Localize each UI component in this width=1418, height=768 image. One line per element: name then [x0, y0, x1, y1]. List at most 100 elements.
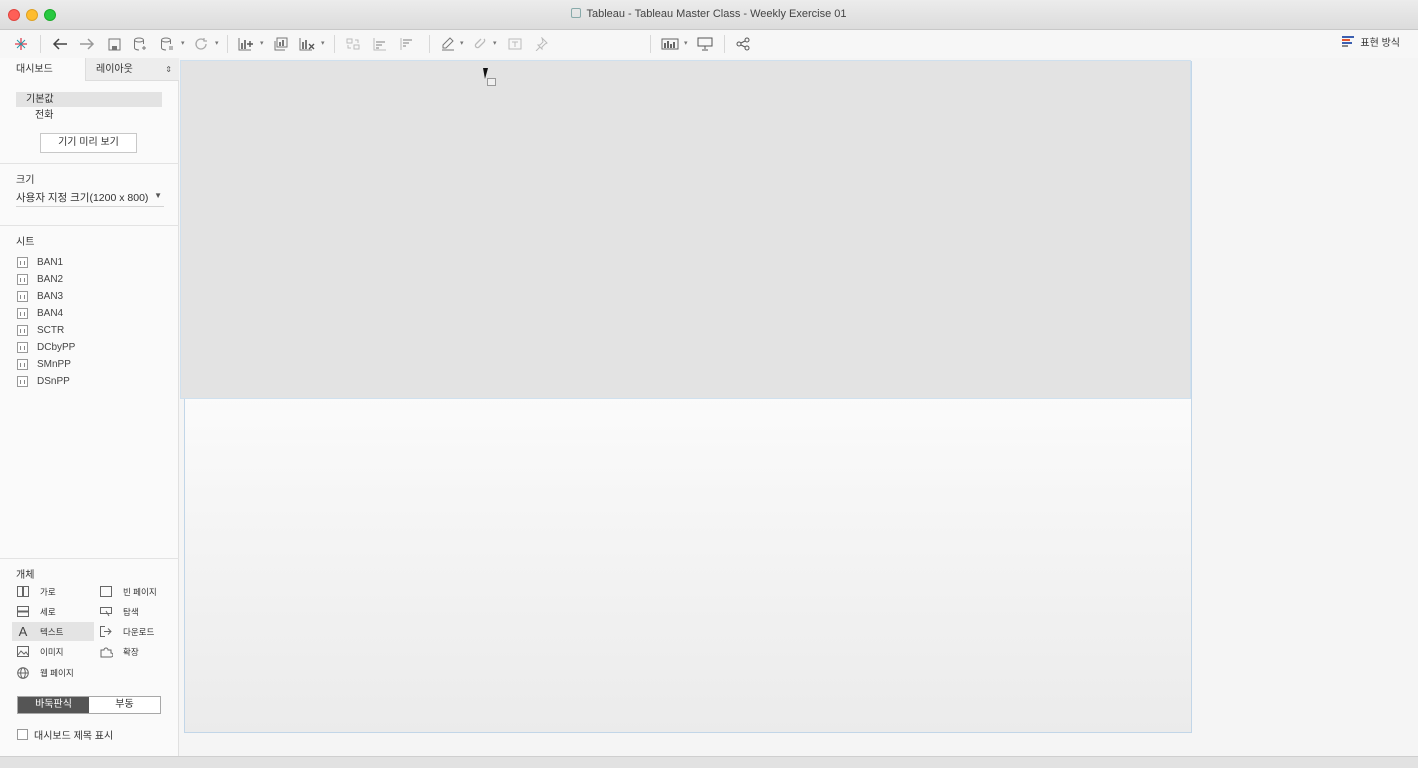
object-navigation[interactable]: 탐색	[99, 602, 139, 621]
toolbar-separator	[334, 35, 335, 53]
tiled-option[interactable]: 바둑판식	[18, 697, 89, 713]
sheet-item-label: SMnPP	[37, 359, 71, 370]
worksheet-icon	[17, 308, 28, 319]
sheet-item-label: BAN4	[37, 308, 64, 319]
toolbar-separator	[650, 35, 651, 53]
swap-icon[interactable]	[343, 34, 363, 54]
object-horizontal-label: 가로	[40, 586, 56, 597]
worksheet-icon	[17, 291, 28, 302]
new-sheet-icon[interactable]	[236, 34, 256, 54]
object-web-page[interactable]: 웹 페이지	[16, 663, 74, 682]
pause-updates-dropdown-icon[interactable]: ▾	[181, 39, 185, 47]
new-sheet-dropdown-icon[interactable]: ▾	[260, 39, 264, 47]
window-title-container: Tableau - Tableau Master Class - Weekly …	[0, 8, 1418, 20]
presentation-mode-button[interactable]: 표현 방식	[1342, 34, 1400, 49]
tableau-logo-icon[interactable]	[11, 34, 31, 54]
new-datasource-icon[interactable]	[130, 34, 150, 54]
toolbar-separator	[429, 35, 430, 53]
size-dropdown[interactable]: 사용자 지정 크기(1200 x 800) ▼	[16, 190, 164, 207]
tab-dashboard[interactable]: 대시보드	[0, 58, 85, 81]
object-text[interactable]: A 텍스트	[12, 622, 94, 641]
show-me-bars-icon	[1342, 36, 1355, 47]
worksheet-icon	[17, 376, 28, 387]
back-icon[interactable]	[50, 34, 70, 54]
tab-layout[interactable]: 레이아웃 ⇕	[85, 58, 179, 81]
chevron-down-icon: ▼	[154, 191, 162, 200]
worksheet-icon	[17, 359, 28, 370]
toolbar-separator	[724, 35, 725, 53]
clear-sheet-dropdown-icon[interactable]: ▾	[321, 39, 325, 47]
sheet-item[interactable]: BAN2	[17, 272, 63, 287]
share-icon[interactable]	[733, 34, 753, 54]
forward-icon[interactable]	[77, 34, 97, 54]
floating-option[interactable]: 부동	[89, 697, 160, 713]
sheet-item-label: BAN2	[37, 274, 64, 285]
sheet-item-label: BAN1	[37, 257, 64, 268]
image-icon	[16, 646, 30, 658]
worksheet-icon	[17, 325, 28, 336]
divider	[0, 163, 179, 164]
sheet-item[interactable]: BAN4	[17, 306, 63, 321]
sort-desc-icon[interactable]	[397, 34, 417, 54]
object-vertical[interactable]: 세로	[16, 602, 56, 621]
group-dropdown-icon[interactable]: ▾	[493, 39, 497, 47]
sheet-item[interactable]: SCTR	[17, 323, 64, 338]
blank-icon	[99, 586, 113, 598]
device-phone[interactable]: 전화	[16, 108, 162, 123]
object-horizontal[interactable]: 가로	[16, 582, 56, 601]
show-me-icon[interactable]	[660, 34, 680, 54]
drop-zone-highlight[interactable]	[180, 60, 1191, 399]
sheet-item[interactable]: BAN1	[17, 255, 63, 270]
sheet-item[interactable]: DCbyPP	[17, 340, 75, 355]
toolbar-separator	[40, 35, 41, 53]
download-icon	[99, 626, 113, 638]
presentation-icon[interactable]	[695, 34, 715, 54]
dashboard-sidebar: 대시보드 레이아웃 ⇕ 기본값 전화 기기 미리 보기 크기 사용자 지정 크기…	[0, 58, 179, 756]
text-icon: A	[18, 624, 28, 639]
objects-section-title: 개체	[16, 570, 35, 581]
tab-layout-label: 레이아웃	[96, 64, 133, 75]
device-preview-button[interactable]: 기기 미리 보기	[40, 133, 137, 153]
sheet-tabs-bar	[0, 756, 1418, 768]
show-me-dropdown-icon[interactable]: ▾	[684, 39, 688, 47]
checkbox-box	[17, 729, 28, 740]
show-dashboard-title-checkbox[interactable]: 대시보드 제목 표시	[17, 727, 113, 742]
divider	[0, 558, 179, 559]
sheet-item[interactable]: DSnPP	[17, 374, 70, 389]
sheets-section-title: 시트	[16, 237, 35, 248]
refresh-icon[interactable]	[191, 34, 211, 54]
layout-mode-toggle: 바둑판식 부동	[17, 696, 161, 714]
object-blank-label: 빈 페이지	[123, 586, 157, 597]
tableau-app-icon	[571, 8, 582, 18]
duplicate-sheet-icon[interactable]	[271, 34, 291, 54]
group-icon[interactable]	[471, 34, 491, 54]
toolbar-separator	[227, 35, 228, 53]
clear-sheet-icon[interactable]	[297, 34, 317, 54]
globe-icon	[16, 666, 30, 679]
dashboard-canvas-area	[180, 58, 1418, 756]
window-titlebar: Tableau - Tableau Master Class - Weekly …	[0, 0, 1418, 30]
object-blank[interactable]: 빈 페이지	[99, 582, 157, 601]
toolbar: ▾ ▾ ▾ ▾ ▾ ▾ ▾	[0, 30, 1418, 79]
sort-asc-icon[interactable]	[370, 34, 390, 54]
pause-updates-icon[interactable]	[157, 34, 177, 54]
updown-arrow-icon: ⇕	[165, 65, 172, 74]
object-text-label: 텍스트	[40, 626, 64, 637]
refresh-dropdown-icon[interactable]: ▾	[215, 39, 219, 47]
pin-icon[interactable]	[531, 34, 551, 54]
object-download-label: 다운로드	[123, 626, 155, 637]
size-section-title: 크기	[16, 175, 35, 186]
device-default[interactable]: 기본값	[16, 92, 162, 107]
object-image-label: 이미지	[40, 646, 64, 657]
save-icon[interactable]	[104, 34, 124, 54]
object-download[interactable]: 다운로드	[99, 622, 154, 641]
sheet-item[interactable]: SMnPP	[17, 357, 71, 372]
highlight-dropdown-icon[interactable]: ▾	[460, 39, 464, 47]
object-image[interactable]: 이미지	[16, 642, 63, 661]
highlight-icon[interactable]	[438, 34, 458, 54]
sheet-item[interactable]: BAN3	[17, 289, 63, 304]
object-extension-label: 확장	[123, 646, 139, 657]
labels-icon[interactable]	[505, 34, 525, 54]
object-extension[interactable]: 확장	[99, 642, 139, 661]
object-vertical-label: 세로	[40, 606, 56, 617]
